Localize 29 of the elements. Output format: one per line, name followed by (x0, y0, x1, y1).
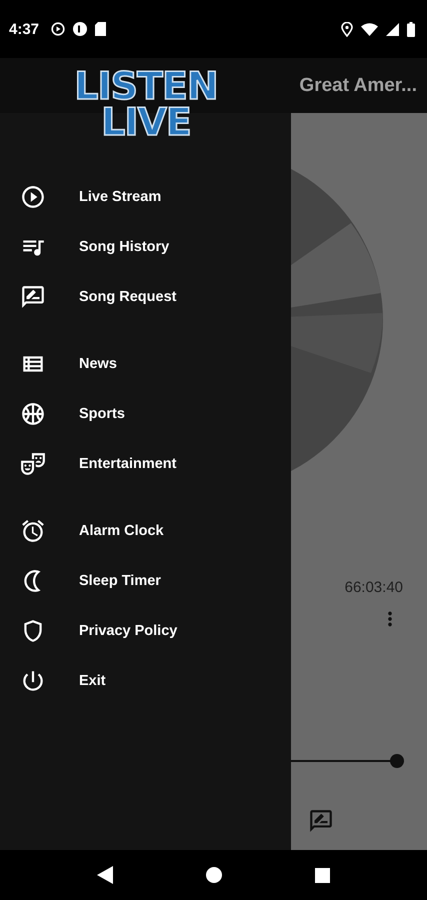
total-duration: 66:03:40 (344, 579, 403, 596)
drawer-menu-item[interactable]: Sleep Timer (0, 556, 291, 606)
drawer-menu-item[interactable]: Exit (0, 656, 291, 706)
toolbar-title: Great Amer... (299, 74, 417, 96)
song-request-tab[interactable] (308, 808, 334, 834)
wifi-icon (361, 22, 378, 36)
location-icon (341, 22, 353, 36)
battery-icon (407, 22, 415, 36)
play-circle-icon (51, 22, 66, 36)
sd-card-icon (95, 22, 106, 36)
drawer-menu-item[interactable]: Sports (0, 389, 291, 440)
recents-icon[interactable] (315, 868, 330, 882)
home-icon[interactable] (206, 867, 222, 883)
logo-text: LIVE (101, 104, 191, 140)
logo-text: LISTEN (74, 68, 218, 104)
alarm-clock-icon (20, 518, 46, 544)
drawer-menu-item[interactable]: Live Stream (0, 172, 291, 222)
basketball-icon (20, 401, 46, 428)
message-pen-icon (20, 284, 46, 310)
drawer-menu-item[interactable]: Privacy Policy (0, 606, 291, 656)
back-icon[interactable] (96, 866, 113, 884)
drawer-menu-item[interactable]: News (0, 339, 291, 390)
drawer-menu-item[interactable]: Song History (0, 222, 291, 272)
drawer-menu-item[interactable]: Song Request (0, 272, 291, 322)
drawer-menu-item[interactable]: Entertainment (0, 439, 291, 490)
theater-masks-icon (20, 451, 46, 478)
status-time: 4:37 (9, 20, 40, 38)
signal-icon (386, 22, 399, 36)
drawer-menu-item[interactable]: Alarm Clock (0, 506, 291, 556)
